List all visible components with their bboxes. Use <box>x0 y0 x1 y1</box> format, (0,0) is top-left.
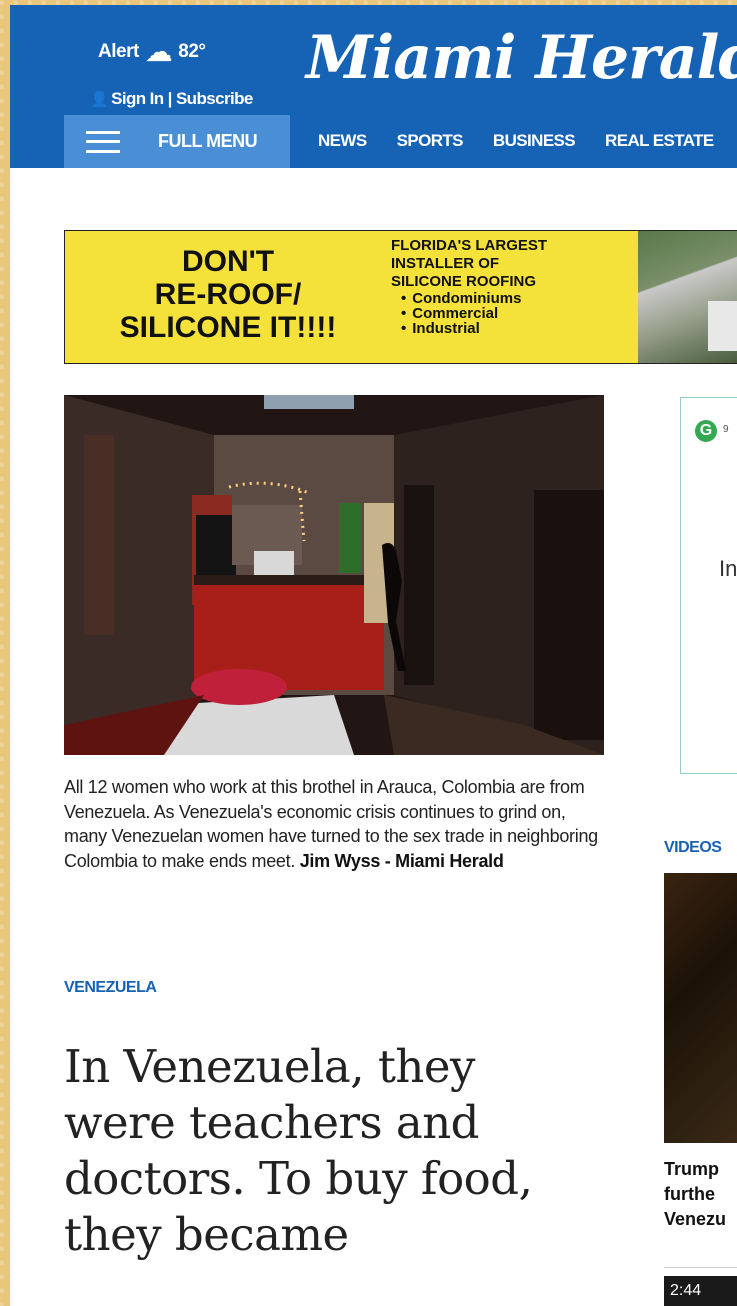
ad-bullet: Condominiums <box>391 291 547 306</box>
article-headline: In Venezuela, they were teachers and doc… <box>64 1039 624 1263</box>
ad-bullet-list: Condominiums Commercial Industrial <box>391 291 547 336</box>
person-icon: 👤 <box>90 91 109 108</box>
weather-alert[interactable]: Alert ☁ 82° <box>98 36 206 67</box>
ad-bullet: Commercial <box>391 306 547 321</box>
ad-details: FLORIDA'S LARGEST INSTALLER OF SILICONE … <box>391 237 547 336</box>
nav-item-real-estate[interactable]: REAL ESTATE <box>605 131 714 151</box>
video-title-line: Trump <box>664 1159 720 1179</box>
ad-headline: DON'T RE-ROOF/ SILICONE IT!!!! <box>65 245 391 344</box>
full-menu-button[interactable]: FULL MENU <box>64 115 290 168</box>
ad-photo <box>638 231 737 363</box>
widget-partial-heading: In <box>719 556 737 581</box>
site-logo[interactable]: Miami Herald <box>306 23 737 93</box>
signin-subscribe-link[interactable]: 👤 Sign In | Subscribe <box>90 89 253 109</box>
google-icon: G <box>695 420 717 442</box>
ad-detail-line: INSTALLER OF <box>391 255 500 272</box>
weather-cloud-icon: ☁ <box>144 36 173 67</box>
headline-line: they became <box>64 1208 349 1261</box>
widget-partial-text: 9 <box>723 424 729 435</box>
ad-detail-line: FLORIDA'S LARGEST <box>391 237 548 254</box>
ad-headline-line: RE-ROOF/ <box>154 278 302 311</box>
alert-label: Alert <box>98 41 139 62</box>
nav-item-business[interactable]: BUSINESS <box>493 131 576 151</box>
photo-caption: All 12 women who work at this brothel in… <box>64 775 604 873</box>
ad-detail-line: SILICONE ROOFING <box>391 273 537 290</box>
photo-credit: Jim Wyss - Miami Herald <box>299 850 504 871</box>
nav-item-news[interactable]: NEWS <box>318 131 367 151</box>
article-photo[interactable] <box>64 395 604 755</box>
temperature: 82° <box>178 41 206 62</box>
nav-item-sports[interactable]: SPORTS <box>397 131 464 151</box>
hamburger-icon <box>86 130 120 153</box>
video-title-line: Venezu <box>664 1209 727 1229</box>
full-menu-label: FULL MENU <box>158 131 258 151</box>
sidebar-divider <box>664 1267 737 1268</box>
page: Alert ☁ 82° 👤 Sign In | Subscribe Miami … <box>10 5 737 1306</box>
main-nav: NEWS SPORTS BUSINESS REAL ESTATE <box>318 131 737 151</box>
headline-line: doctors. To buy food, <box>64 1152 533 1205</box>
sidebar-widget[interactable]: G 9 In <box>680 397 737 774</box>
headline-line: In Venezuela, they <box>64 1040 475 1093</box>
video-thumbnail[interactable] <box>664 873 737 1143</box>
ad-headline-line: DON'T <box>181 245 275 278</box>
site-header: Alert ☁ 82° 👤 Sign In | Subscribe Miami … <box>10 5 737 168</box>
headline-line: were teachers and <box>64 1096 479 1149</box>
signin-label: Sign In | Subscribe <box>111 89 253 108</box>
ad-headline-line: SILICONE IT!!!! <box>119 311 337 344</box>
video-duration-badge[interactable]: 2:44 <box>664 1276 737 1306</box>
ad-bullet: Industrial <box>391 321 547 336</box>
video-title-line: furthe <box>664 1184 715 1204</box>
banner-ad[interactable]: DON'T RE-ROOF/ SILICONE IT!!!! FLORIDA'S… <box>64 230 737 364</box>
videos-section-label[interactable]: VIDEOS <box>664 839 722 857</box>
video-title[interactable]: Trump furthe Venezu <box>664 1157 737 1232</box>
section-label[interactable]: VENEZUELA <box>64 979 157 997</box>
